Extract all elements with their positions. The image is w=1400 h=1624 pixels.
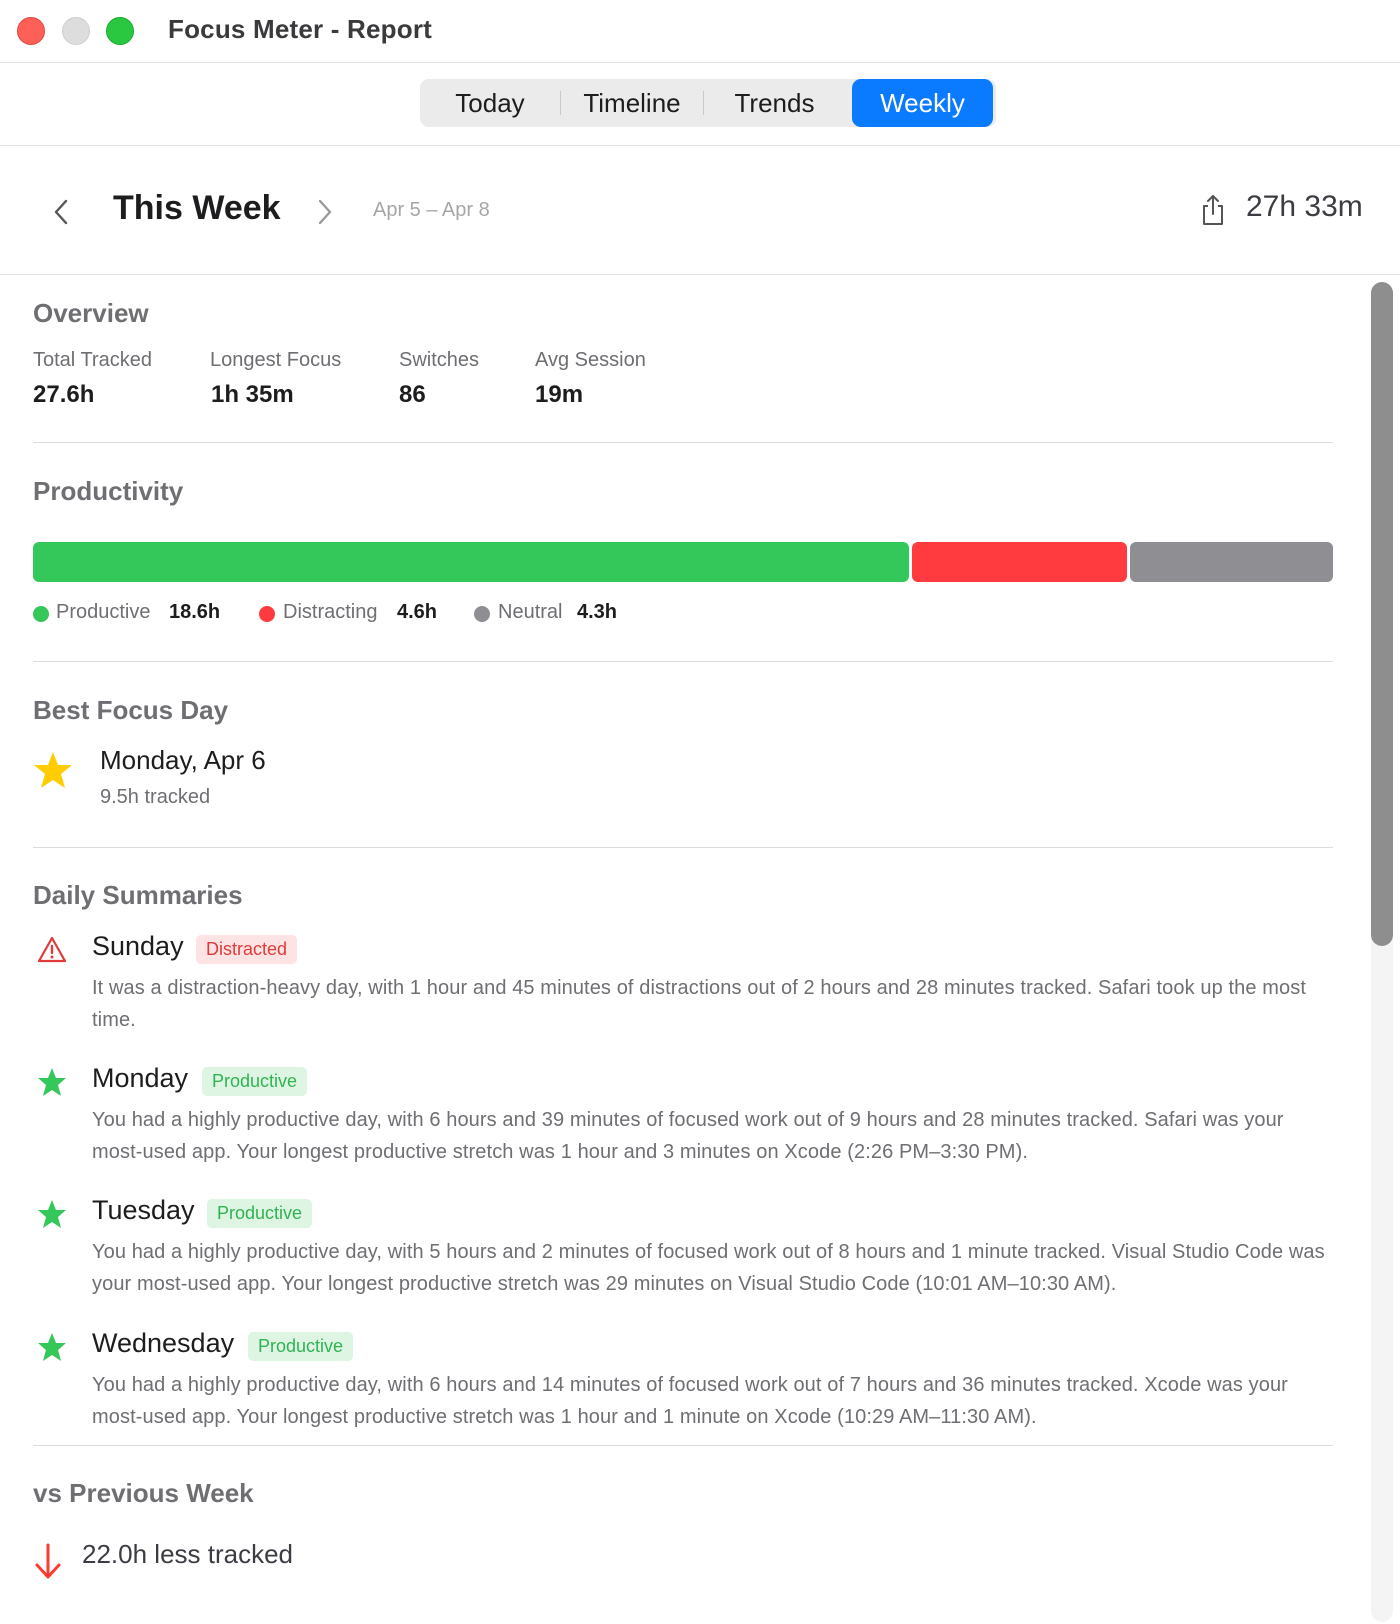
legend-value-distracting: 4.6h: [397, 601, 438, 623]
week-title: This Week: [113, 189, 281, 227]
stat-value-avg-session: 19m: [535, 381, 584, 408]
week-total-time: 27h 33m: [1246, 190, 1363, 223]
day-name-sunday: Sunday: [92, 931, 184, 961]
comparison-text: 22.0h less tracked: [82, 1539, 294, 1569]
minimize-button[interactable]: [62, 17, 90, 45]
share-icon[interactable]: [1200, 194, 1226, 226]
status-badge-productive: Productive: [248, 1332, 354, 1361]
status-badge-productive: Productive: [207, 1199, 313, 1228]
best-focus-day-date: Monday, Apr 6: [100, 745, 266, 775]
legend-value-productive: 18.6h: [169, 601, 221, 623]
day-name-tuesday: Tuesday: [92, 1195, 195, 1225]
week-header: This Week Apr 5 – Apr 8 27h 33m: [0, 146, 1400, 275]
legend-value-neutral: 4.3h: [577, 601, 618, 623]
day-name-wednesday: Wednesday: [92, 1328, 235, 1358]
section-divider: [33, 661, 1333, 662]
stat-label-switches: Switches: [399, 349, 480, 371]
productivity-bar-distracting: [912, 542, 1127, 582]
day-summary-wednesday: You had a highly productive day, with 6 …: [92, 1374, 1288, 1428]
tab-today[interactable]: Today: [420, 79, 560, 127]
best-focus-day-title: Best Focus Day: [33, 695, 229, 725]
stat-label-total-tracked: Total Tracked: [33, 349, 152, 371]
status-badge-distracted: Distracted: [196, 935, 298, 964]
close-button[interactable]: [17, 17, 45, 45]
stat-value-total-tracked: 27.6h: [33, 381, 95, 408]
legend-dot-neutral: [474, 606, 490, 622]
legend-label-distracting: Distracting: [283, 601, 378, 623]
tab-weekly[interactable]: Weekly: [852, 79, 993, 127]
chevron-right-icon[interactable]: [312, 198, 336, 226]
status-badge-productive: Productive: [202, 1067, 308, 1096]
zoom-button[interactable]: [106, 17, 134, 45]
best-focus-day-tracked: 9.5h tracked: [100, 786, 211, 808]
vs-previous-week-title: vs Previous Week: [33, 1478, 254, 1508]
title-bar: Focus Meter - Report: [0, 0, 1400, 63]
legend-dot-distracting: [259, 606, 275, 622]
section-divider: [33, 442, 1333, 443]
chevron-left-icon[interactable]: [50, 198, 74, 226]
stat-label-longest-focus: Longest Focus: [210, 349, 342, 371]
window-title: Focus Meter - Report: [168, 14, 433, 44]
stat-value-switches: 86: [399, 381, 426, 408]
section-divider: [33, 1445, 1333, 1446]
day-summary-tuesday: You had a highly productive day, with 5 …: [92, 1241, 1325, 1295]
productivity-title: Productivity: [33, 476, 184, 506]
stat-value-longest-focus: 1h 35m: [211, 381, 294, 408]
week-date-range: Apr 5 – Apr 8: [373, 199, 490, 221]
report-content[interactable]: Overview Total Tracked 27.6h Longest Foc…: [0, 275, 1370, 1624]
productivity-bar-productive: [33, 542, 910, 582]
section-divider: [33, 847, 1333, 848]
star-icon: [38, 1333, 66, 1361]
tab-trends[interactable]: Trends: [704, 79, 845, 127]
tab-bar: Today Timeline Trends Weekly: [0, 63, 1400, 146]
view-segmented-control: Today Timeline Trends Weekly: [420, 79, 996, 127]
productivity-bar-neutral: [1129, 542, 1333, 582]
day-summary-monday: You had a highly productive day, with 6 …: [92, 1109, 1284, 1163]
warning-triangle-icon: [37, 936, 67, 963]
day-summary-sunday: It was a distraction-heavy day, with 1 h…: [92, 977, 1306, 1031]
star-icon: [38, 1068, 66, 1096]
star-icon: [38, 1200, 66, 1228]
tab-timeline[interactable]: Timeline: [561, 79, 703, 127]
scrollbar-thumb[interactable]: [1371, 282, 1393, 946]
daily-summaries-title: Daily Summaries: [33, 880, 243, 910]
legend-label-neutral: Neutral: [498, 601, 563, 623]
legend-label-productive: Productive: [56, 601, 151, 623]
day-name-monday: Monday: [92, 1063, 189, 1093]
stat-label-avg-session: Avg Session: [535, 349, 646, 371]
arrow-down-icon: [35, 1543, 61, 1579]
legend-dot-productive: [33, 606, 49, 622]
overview-title: Overview: [33, 298, 149, 328]
star-icon: [34, 752, 72, 788]
